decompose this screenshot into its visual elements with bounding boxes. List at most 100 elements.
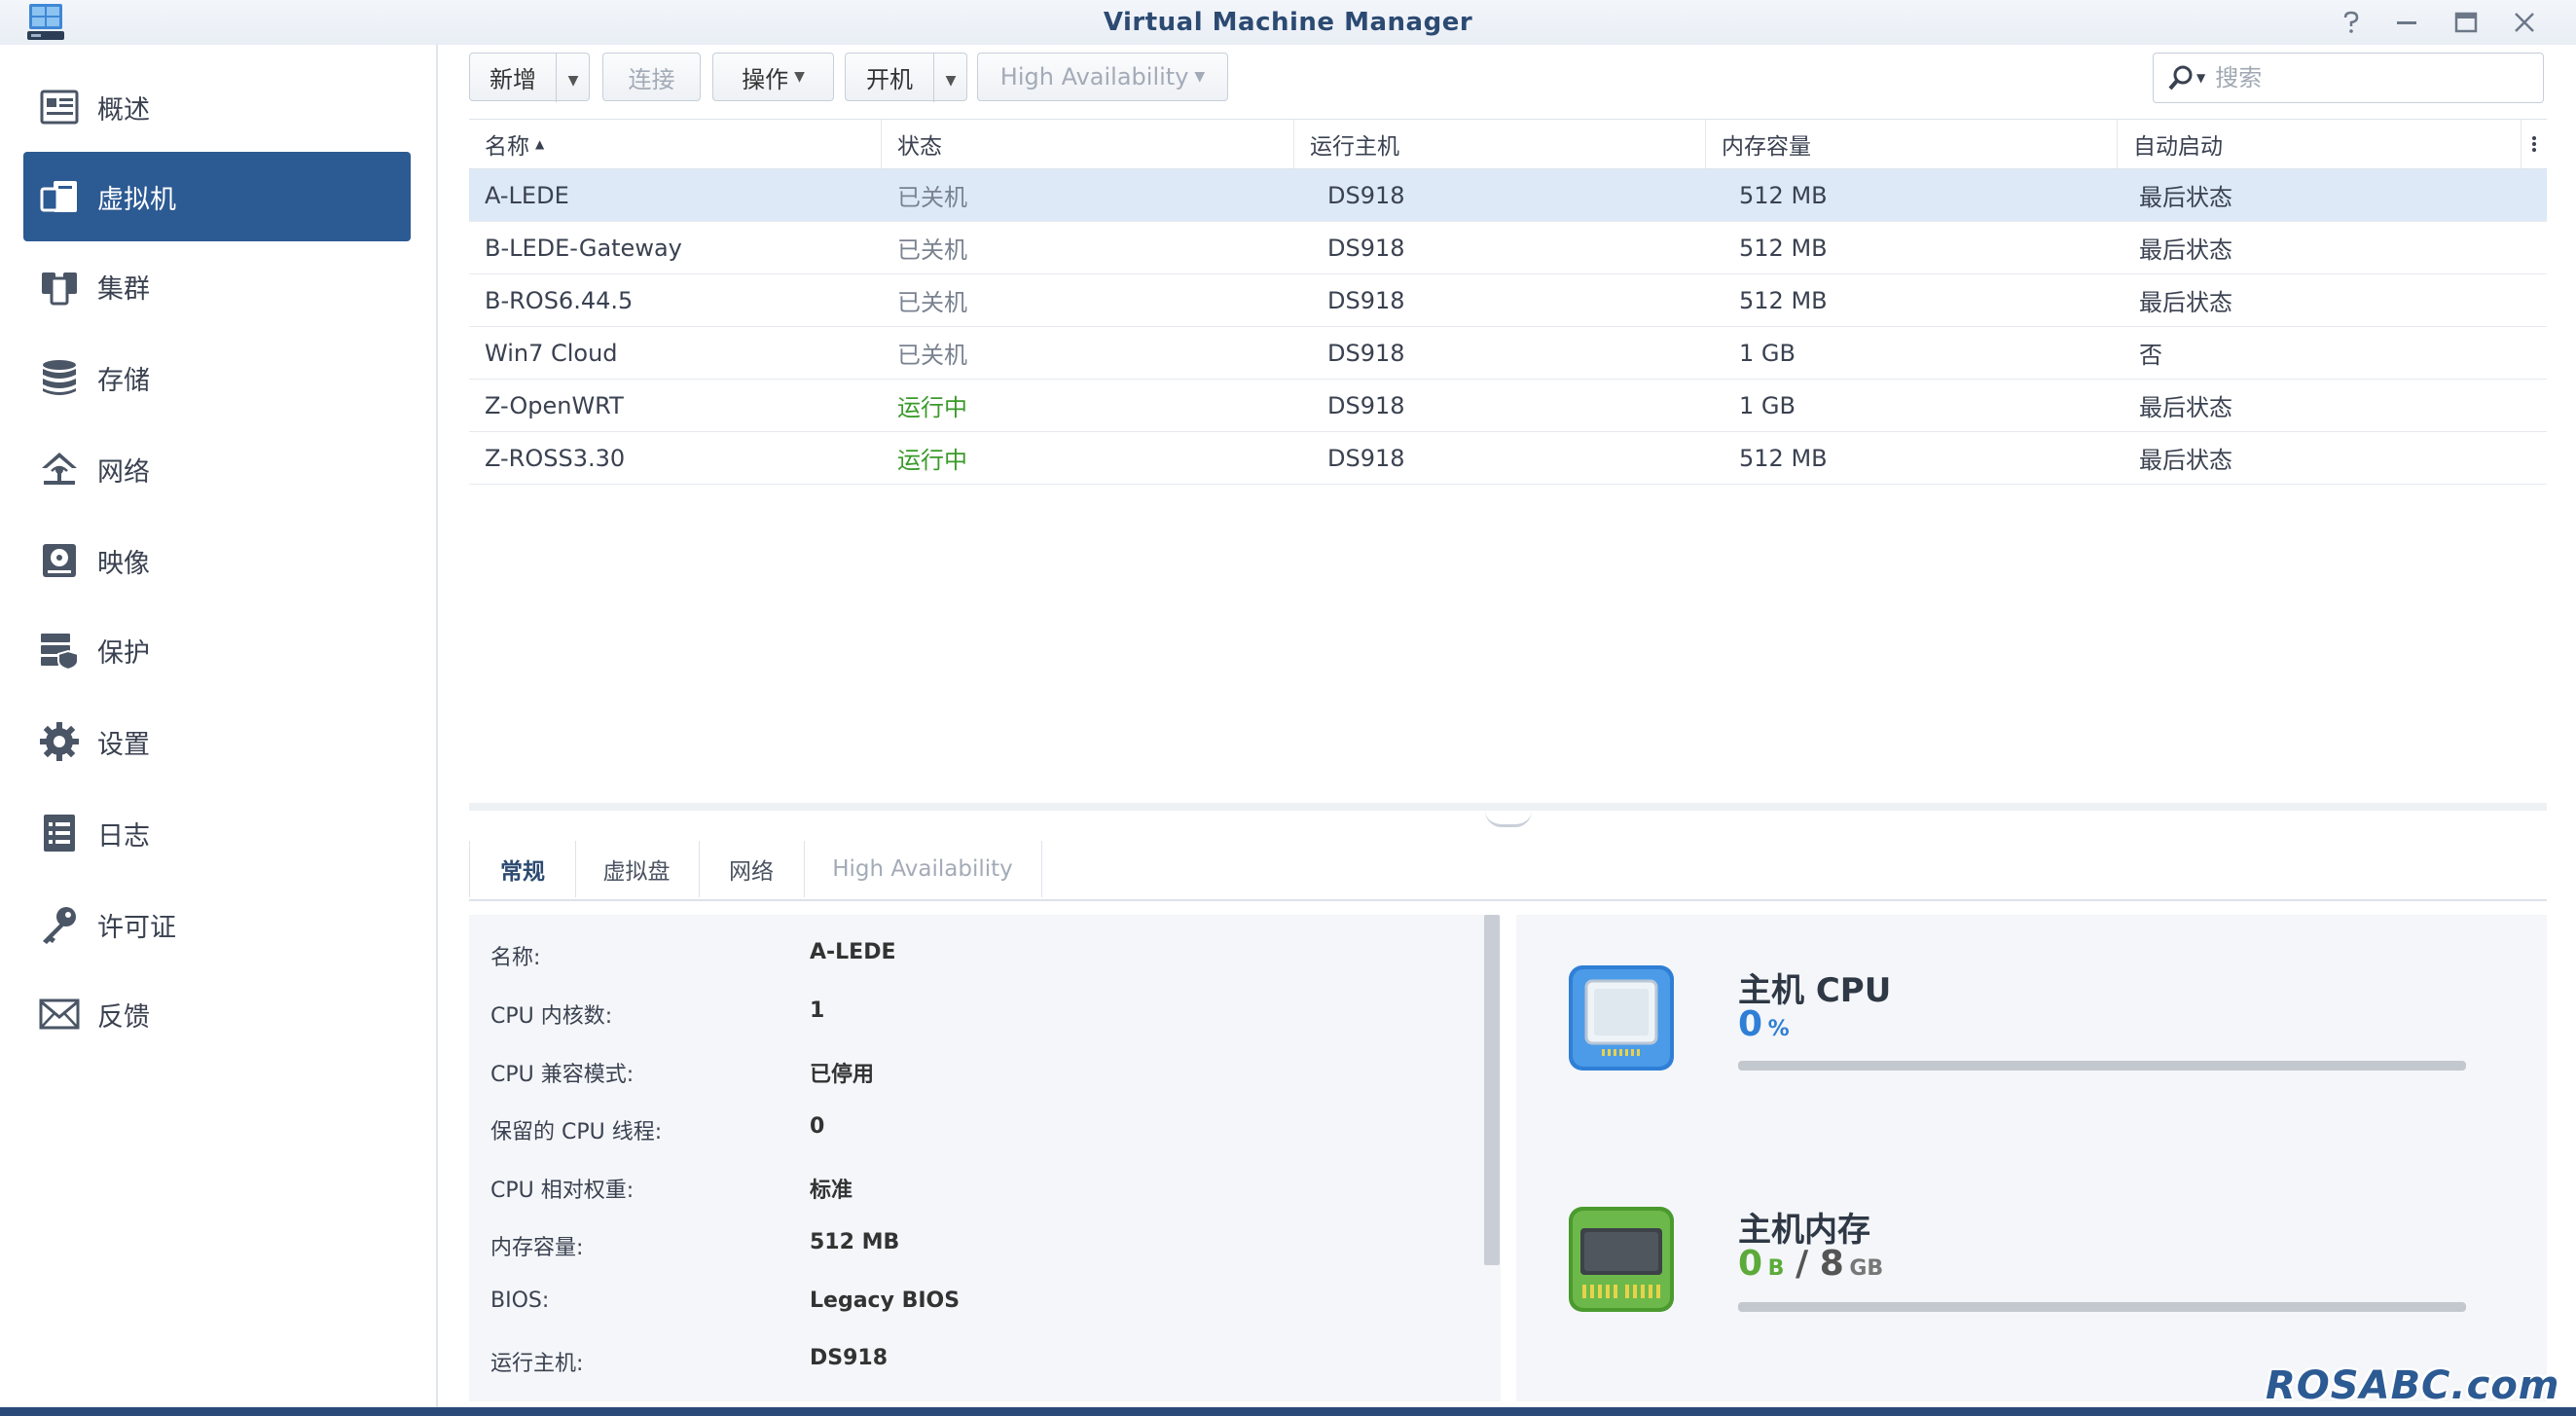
create-dropdown-button[interactable]: ▼ [557, 63, 590, 91]
detail-tabs: 常规 虚拟盘 网络 High Availability [469, 841, 2547, 901]
window-title: Virtual Machine Manager [1103, 8, 1473, 37]
minimize-icon[interactable] [2388, 4, 2425, 41]
table-row[interactable]: A-LEDE 已关机 DS918 512 MB 最后状态 [469, 169, 2547, 222]
license-key-icon [37, 902, 82, 947]
sidebar-item-label: 保护 [97, 637, 150, 669]
caret-down-icon: ▼ [794, 69, 805, 85]
detail-label: CPU 相对权重: [490, 1179, 635, 1203]
cell-autostart: 否 [2139, 342, 2162, 369]
create-button[interactable]: 新增 [470, 60, 556, 94]
maximize-icon[interactable] [2448, 4, 2485, 41]
column-header-memory[interactable]: 内存容量 [1706, 120, 2118, 168]
detail-label: BIOS: [490, 1289, 550, 1313]
table-row[interactable]: B-LEDE-Gateway 已关机 DS918 512 MB 最后状态 [469, 222, 2547, 274]
details-scrollbar[interactable] [1484, 915, 1500, 1265]
tab-general[interactable]: 常规 [469, 841, 576, 899]
cell-name: Z-ROSS3.30 [485, 444, 626, 472]
table-header: 名称 ▲ 状态 运行主机 内存容量 自动启动 [469, 119, 2547, 169]
detail-label: CPU 兼容模式: [490, 1063, 635, 1087]
cell-status: 运行中 [897, 394, 967, 421]
column-header-autostart[interactable]: 自动启动 [2118, 120, 2522, 168]
sidebar-item-label: 设置 [97, 729, 150, 760]
caret-down-icon: ▼ [2196, 71, 2206, 85]
watermark-text: ROSABC.com [2266, 1363, 2560, 1407]
sidebar-item-protection[interactable]: 保护 [23, 605, 411, 695]
cell-autostart: 最后状态 [2139, 394, 2232, 421]
sidebar-item-virtual-machine[interactable]: 虚拟机 [23, 152, 411, 241]
search-icon[interactable]: ▼ [2167, 64, 2205, 91]
sidebar-item-settings[interactable]: 设置 [23, 697, 411, 786]
table-row[interactable]: Win7 Cloud 已关机 DS918 1 GB 否 [469, 327, 2547, 380]
panel-splitter[interactable] [469, 803, 2547, 811]
sidebar-item-storage[interactable]: 存储 [23, 333, 411, 422]
cpu-usage-unit: % [1767, 1017, 1790, 1041]
vm-table: 名称 ▲ 状态 运行主机 内存容量 自动启动 A-LEDE 已关机 DS918 5… [469, 119, 2547, 485]
tab-virtual-disk[interactable]: 虚拟盘 [574, 841, 700, 897]
sidebar-item-label: 集群 [97, 273, 150, 305]
cell-autostart: 最后状态 [2139, 184, 2232, 211]
detail-label: 运行主机: [490, 1352, 584, 1376]
cell-name: Z-OpenWRT [485, 391, 624, 419]
memory-total-unit: GB [1849, 1256, 1884, 1281]
detail-value: 0 [810, 1114, 825, 1139]
cell-memory: 512 MB [1739, 234, 1828, 262]
power-on-dropdown-button[interactable]: ▼ [934, 63, 967, 91]
close-icon[interactable] [2506, 4, 2543, 41]
sidebar-item-feedback[interactable]: 反馈 [23, 969, 411, 1059]
table-row[interactable]: Z-ROSS3.30 运行中 DS918 512 MB 最后状态 [469, 432, 2547, 485]
sidebar-item-label: 虚拟机 [97, 184, 176, 215]
detail-value: 512 MB [810, 1230, 900, 1254]
virtual-machine-icon [37, 174, 82, 219]
cell-host: DS918 [1327, 391, 1405, 419]
tab-high-availability[interactable]: High Availability [804, 841, 1042, 897]
sidebar-item-log[interactable]: 日志 [23, 788, 411, 878]
log-icon [37, 811, 82, 855]
table-row[interactable]: Z-OpenWRT 运行中 DS918 1 GB 最后状态 [469, 380, 2547, 432]
connect-button[interactable]: 连接 [602, 53, 701, 101]
sidebar-item-label: 许可证 [97, 912, 176, 943]
memory-used-unit: B [1767, 1256, 1785, 1281]
tab-network[interactable]: 网络 [699, 841, 805, 897]
detail-label: 内存容量: [490, 1236, 584, 1260]
cell-name: B-ROS6.44.5 [485, 286, 634, 314]
detail-label: 保留的 CPU 线程: [490, 1120, 663, 1144]
sidebar-item-image[interactable]: 映像 [23, 516, 411, 605]
action-button[interactable]: 操作 ▼ [712, 53, 834, 101]
cpu-chip-icon [1569, 965, 1674, 1071]
detail-value: 1 [810, 998, 825, 1023]
detail-value: 已停用 [810, 1063, 875, 1087]
detail-value: 标准 [810, 1179, 853, 1203]
high-availability-label: High Availability [999, 63, 1189, 91]
sidebar-item-network[interactable]: 网络 [23, 424, 411, 514]
detail-value: DS918 [810, 1346, 889, 1370]
sidebar-item-label: 概述 [97, 94, 150, 126]
power-on-button[interactable]: 开机 [846, 60, 933, 94]
help-icon[interactable] [2333, 4, 2370, 41]
caret-down-icon: ▼ [567, 73, 579, 89]
sidebar-item-license[interactable]: 许可证 [23, 880, 411, 969]
column-header-host[interactable]: 运行主机 [1294, 120, 1706, 168]
general-details-panel: 名称: A-LEDE CPU 内核数: 1 CPU 兼容模式: 已停用 保留的 … [469, 915, 1501, 1401]
column-header-status[interactable]: 状态 [882, 120, 1294, 168]
sidebar-item-label: 反馈 [97, 1001, 150, 1033]
splitter-handle-icon[interactable] [1485, 811, 1532, 827]
column-header-name[interactable]: 名称 ▲ [469, 120, 882, 168]
high-availability-button[interactable]: High Availability ▼ [977, 53, 1228, 101]
search-input[interactable] [2213, 63, 2510, 92]
sidebar-item-label: 网络 [97, 456, 150, 488]
detail-label: CPU 内核数: [490, 1004, 613, 1029]
cell-name: A-LEDE [485, 181, 569, 209]
create-split-button: 新增 ▼ [469, 53, 590, 102]
cell-host: DS918 [1327, 339, 1405, 367]
cell-status: 已关机 [897, 342, 967, 369]
sidebar-item-cluster[interactable]: 集群 [23, 241, 411, 331]
cell-memory: 1 GB [1739, 391, 1796, 419]
sidebar-item-overview[interactable]: 概述 [23, 62, 411, 152]
cluster-icon [37, 264, 82, 309]
cell-memory: 512 MB [1739, 181, 1828, 209]
cpu-usage-readout: 0 % [1738, 1004, 1790, 1044]
detail-label: 名称: [490, 946, 541, 970]
cell-status: 已关机 [897, 289, 967, 316]
table-row[interactable]: B-ROS6.44.5 已关机 DS918 512 MB 最后状态 [469, 274, 2547, 327]
column-menu-icon[interactable] [2522, 120, 2547, 168]
